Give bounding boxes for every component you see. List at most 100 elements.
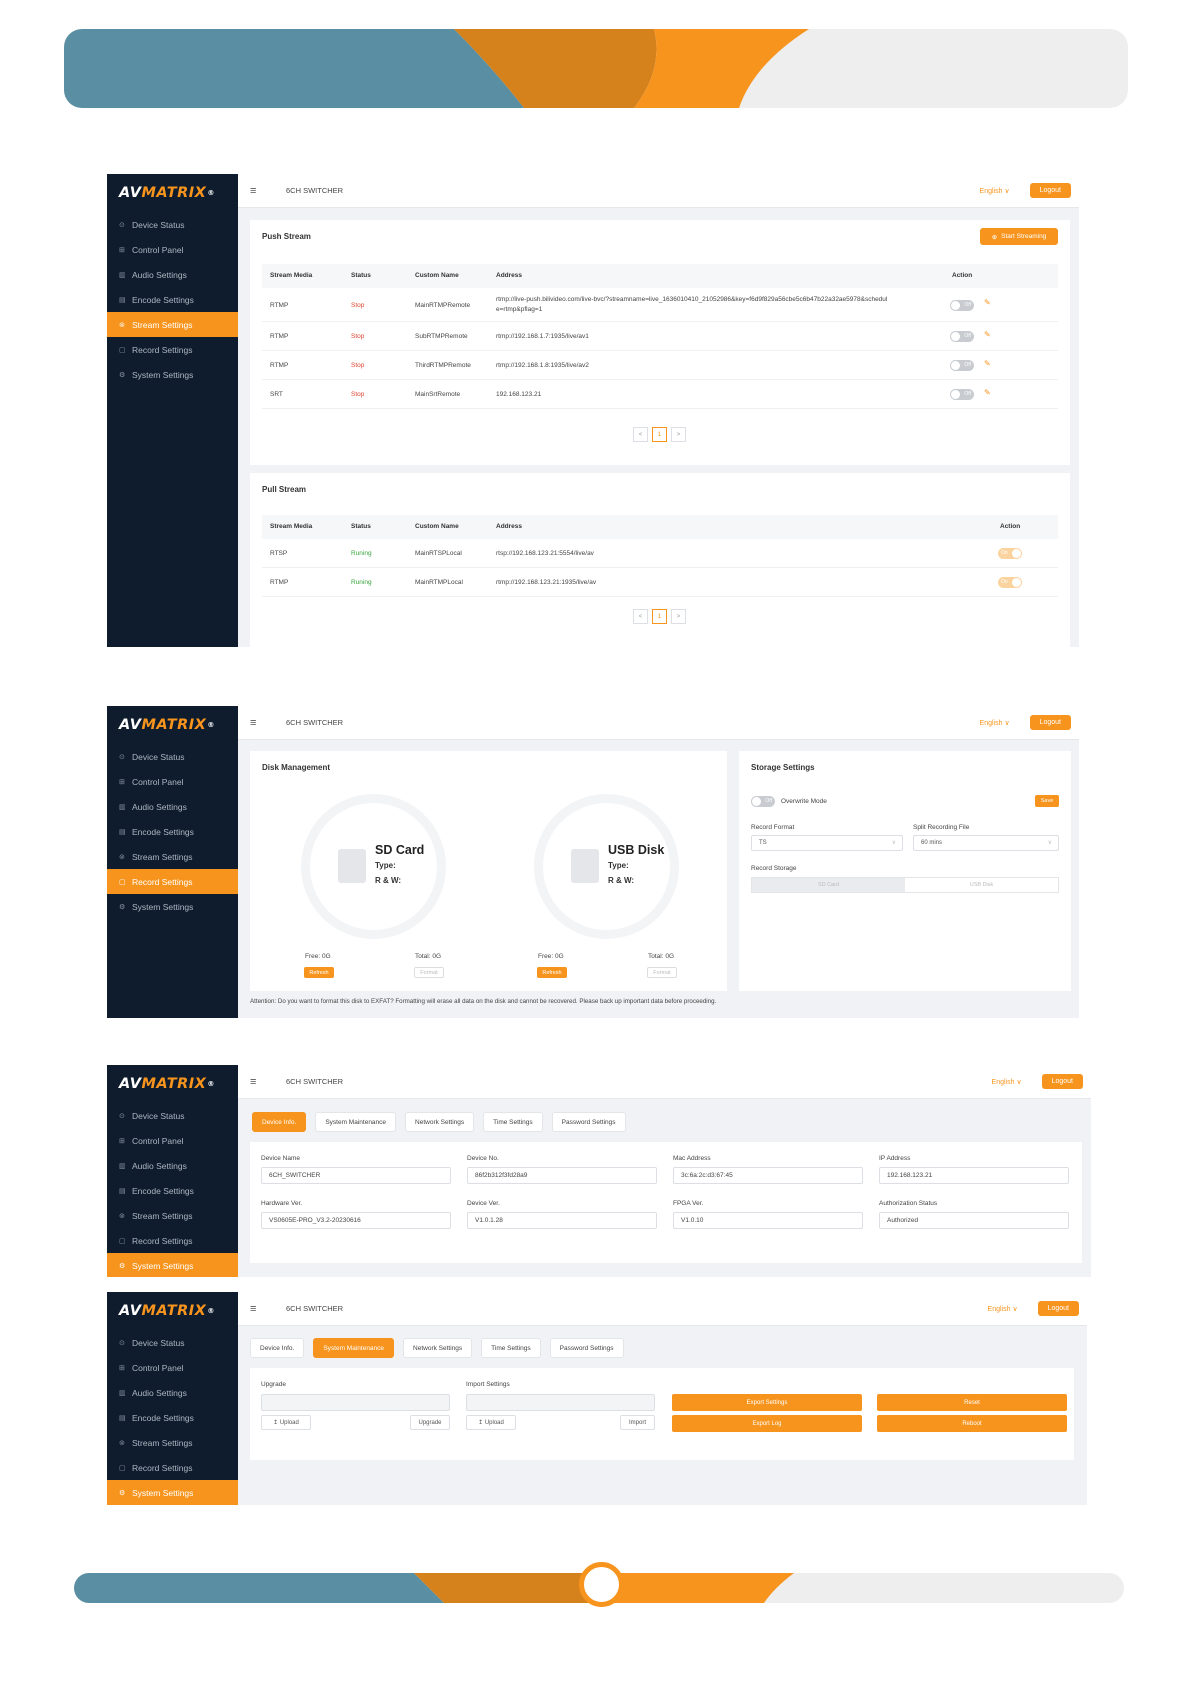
edit-icon[interactable]: ✎ <box>984 359 991 368</box>
nav-device-status[interactable]: ⊙ Device Status <box>107 1330 238 1355</box>
next-page-button[interactable]: > <box>671 609 686 624</box>
nav-record-settings[interactable]: ▢ Record Settings <box>107 1228 238 1253</box>
import-file-field[interactable] <box>466 1394 655 1411</box>
stream-toggle[interactable]: Off <box>950 389 974 400</box>
stream-toggle[interactable]: Off <box>950 360 974 371</box>
tab-device-info[interactable]: Device Info. <box>250 1338 305 1358</box>
nav-system-settings[interactable]: ⚙ System Settings <box>107 362 238 387</box>
nav-encode-settings[interactable]: ▤ Encode Settings <box>107 1405 238 1430</box>
upgrade-file-field[interactable] <box>261 1394 450 1411</box>
tab-time-settings[interactable]: Time Settings <box>483 1112 543 1132</box>
chevron-down-icon: ∨ <box>891 840 896 846</box>
sd-card-ring <box>301 794 446 939</box>
logout-button[interactable]: Logout <box>1041 1074 1083 1089</box>
top-decor-band <box>64 29 1128 108</box>
start-streaming-button[interactable]: ⊕ Start Streaming <box>980 228 1058 245</box>
menu-icon[interactable]: ≡ <box>250 185 268 197</box>
usb-disk-format-button[interactable]: Format <box>647 967 677 978</box>
language-select[interactable]: English ∨ <box>980 187 1010 195</box>
logout-button[interactable]: Logout <box>1029 183 1071 198</box>
page-button[interactable]: 1 <box>652 609 667 624</box>
nav-system-settings[interactable]: ⚙ System Settings <box>107 1480 238 1505</box>
nav-encode-settings[interactable]: ▤ Encode Settings <box>107 287 238 312</box>
nav-stream-settings[interactable]: ⊚ Stream Settings <box>107 312 238 337</box>
import-button[interactable]: Import <box>620 1415 655 1430</box>
edit-icon[interactable]: ✎ <box>984 388 991 397</box>
edit-icon[interactable]: ✎ <box>984 330 991 339</box>
nav-control-panel[interactable]: ⊞ Control Panel <box>107 1355 238 1380</box>
tab-password-settings[interactable]: Password Settings <box>549 1338 624 1358</box>
usb-disk-refresh-button[interactable]: Refresh <box>537 967 567 978</box>
tab-network-settings[interactable]: Network Settings <box>403 1338 473 1358</box>
stream-toggle[interactable]: On <box>998 577 1022 588</box>
tab-device-info[interactable]: Device Info. <box>252 1112 307 1132</box>
nav-audio-settings[interactable]: ▥ Audio Settings <box>107 1380 238 1405</box>
nav-stream-settings[interactable]: ⊚ Stream Settings <box>107 1430 238 1455</box>
import-settings-label: Import Settings <box>466 1381 510 1388</box>
overwrite-toggle[interactable]: Off <box>751 796 775 807</box>
col-action: Action <box>952 272 973 279</box>
nav-device-status[interactable]: ⊙ Device Status <box>107 1103 238 1128</box>
prev-page-button[interactable]: < <box>633 609 648 624</box>
nav-encode-settings[interactable]: ▤ Encode Settings <box>107 819 238 844</box>
stream-toggle[interactable]: Off <box>950 300 974 311</box>
stream-toggle[interactable]: Off <box>950 331 974 342</box>
nav-record-settings[interactable]: ▢ Record Settings <box>107 337 238 362</box>
nav-encode-settings[interactable]: ▤ Encode Settings <box>107 1178 238 1203</box>
nav-stream-settings[interactable]: ⊚ Stream Settings <box>107 844 238 869</box>
language-select[interactable]: English ∨ <box>992 1078 1022 1086</box>
tab-system-maintenance[interactable]: System Maintenance <box>313 1338 395 1358</box>
language-select[interactable]: English ∨ <box>980 719 1010 727</box>
nav-record-settings[interactable]: ▢ Record Settings <box>107 1455 238 1480</box>
device-title: 6CH SWITCHER <box>286 186 344 195</box>
nav-control-panel[interactable]: ⊞ Control Panel <box>107 1128 238 1153</box>
page-button[interactable]: 1 <box>652 427 667 442</box>
tab-system-maintenance[interactable]: System Maintenance <box>315 1112 397 1132</box>
ip-address-label: IP Address <box>879 1155 911 1162</box>
record-format-select[interactable]: TS ∨ <box>751 835 903 851</box>
upgrade-upload-button[interactable]: ↥ Upload <box>261 1415 311 1430</box>
nav-control-panel[interactable]: ⊞ Control Panel <box>107 237 238 262</box>
export-settings-button[interactable]: Export Settings <box>672 1394 862 1411</box>
split-recording-select[interactable]: 60 mins ∨ <box>913 835 1059 851</box>
tab-network-settings[interactable]: Network Settings <box>405 1112 475 1132</box>
nav-audio-settings[interactable]: ▥ Audio Settings <box>107 262 238 287</box>
upgrade-button[interactable]: Upgrade <box>410 1415 450 1430</box>
export-log-button[interactable]: Export Log <box>672 1415 862 1432</box>
encode-icon: ▤ <box>119 1414 126 1422</box>
menu-icon[interactable]: ≡ <box>250 1076 268 1088</box>
nav-audio-settings[interactable]: ▥ Audio Settings <box>107 1153 238 1178</box>
stream-toggle[interactable]: On <box>998 548 1022 559</box>
nav-system-settings[interactable]: ⚙ System Settings <box>107 1253 238 1277</box>
sd-card-refresh-button[interactable]: Refresh <box>304 967 334 978</box>
nav-control-panel[interactable]: ⊞ Control Panel <box>107 769 238 794</box>
grid-icon: ⊞ <box>119 778 125 786</box>
sd-card-format-button[interactable]: Format <box>414 967 444 978</box>
menu-icon[interactable]: ≡ <box>250 717 268 729</box>
tab-time-settings[interactable]: Time Settings <box>481 1338 541 1358</box>
next-page-button[interactable]: > <box>671 427 686 442</box>
import-upload-button[interactable]: ↥ Upload <box>466 1415 516 1430</box>
save-button[interactable]: Save <box>1035 795 1059 807</box>
sd-card-total: Total: 0G <box>415 953 442 960</box>
usb-disk-icon <box>571 849 599 883</box>
nav-device-status[interactable]: ⊙ Device Status <box>107 212 238 237</box>
logout-button[interactable]: Logout <box>1037 1301 1079 1316</box>
cell-address: rtsp://192.168.123.21:5554/live/av <box>496 550 594 557</box>
tab-password-settings[interactable]: Password Settings <box>551 1112 626 1132</box>
reset-button[interactable]: Reset <box>877 1394 1067 1411</box>
edit-icon[interactable]: ✎ <box>984 298 991 307</box>
logout-button[interactable]: Logout <box>1029 715 1071 730</box>
device-ver-field: V1.0.1.28 <box>467 1212 657 1229</box>
nav-record-settings[interactable]: ▢ Record Settings <box>107 869 238 894</box>
nav-device-status[interactable]: ⊙ Device Status <box>107 744 238 769</box>
menu-icon[interactable]: ≡ <box>250 1303 268 1315</box>
storage-option-sd[interactable]: SD Card <box>752 878 905 892</box>
prev-page-button[interactable]: < <box>633 427 648 442</box>
nav-audio-settings[interactable]: ▥ Audio Settings <box>107 794 238 819</box>
reboot-button[interactable]: Reboot <box>877 1415 1067 1432</box>
language-select[interactable]: English ∨ <box>988 1305 1018 1313</box>
nav-system-settings[interactable]: ⚙ System Settings <box>107 894 238 919</box>
storage-option-usb[interactable]: USB Disk <box>905 878 1058 892</box>
nav-stream-settings[interactable]: ⊚ Stream Settings <box>107 1203 238 1228</box>
